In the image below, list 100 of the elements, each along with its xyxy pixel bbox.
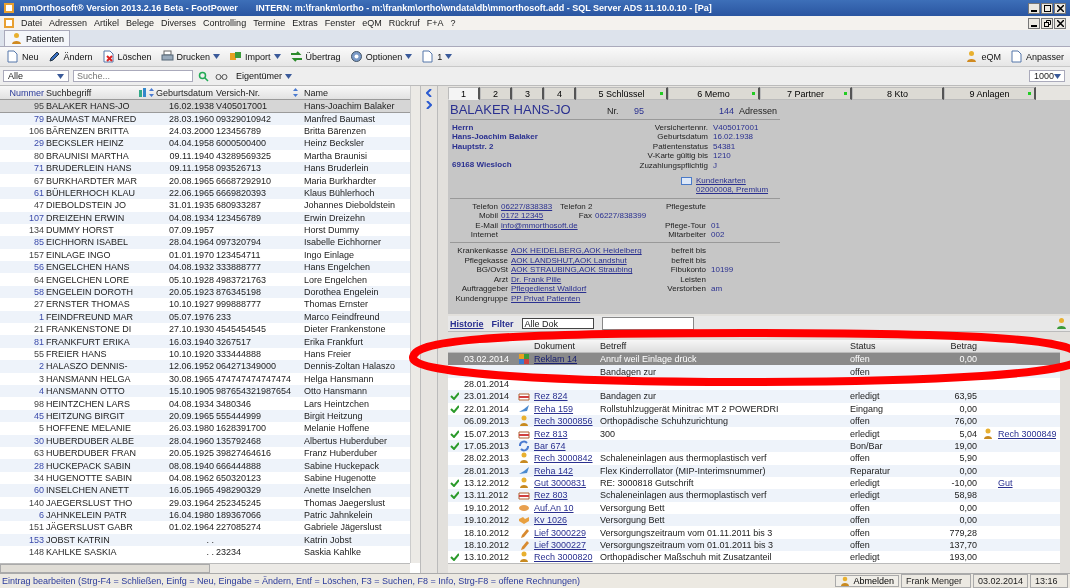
table-row[interactable]: 134 DUMMY HORST 07.09.1957 Horst Dummy bbox=[0, 223, 410, 237]
menu-item[interactable]: Fenster bbox=[324, 18, 356, 28]
menu-item[interactable]: Extras bbox=[292, 18, 318, 28]
table-row[interactable]: 140 JAEGERSLUST THO 29.03.1964 252345245 Thomas Jaegerslust bbox=[0, 496, 410, 509]
menu-item[interactable]: Artikel bbox=[94, 18, 120, 28]
limit-dropdown[interactable]: 1000 bbox=[1029, 70, 1065, 82]
menu-item[interactable]: Datei bbox=[21, 18, 42, 28]
history-tab[interactable]: Historie bbox=[450, 318, 484, 329]
table-row[interactable]: 03.02.2014 Reklam 14 Anruf weil Einlage drück offen 0,00 bbox=[448, 353, 1060, 366]
tab[interactable]: 2 bbox=[480, 87, 512, 100]
link[interactable]: 0172 12345 bbox=[501, 211, 557, 221]
table-row[interactable]: 3 HANSMANN HELGA 30.08.1965 474747474747474 Helga Hansmann bbox=[0, 372, 410, 385]
table-row[interactable]: 148 KAHLKE SASKIA . . 23234 Saskia Kahlke bbox=[0, 546, 410, 559]
tab[interactable]: 3 bbox=[512, 87, 544, 100]
table-row[interactable]: 157 EINLAGE INGO 01.01.1970 123454711 Ingo Einlage bbox=[0, 248, 410, 262]
table-row[interactable]: 4 HANSMANN OTTO 15.10.1905 987654321987654 Otto Hansmann bbox=[0, 385, 410, 398]
table-row[interactable]: 13.11.2012 Rez 803 Schaleneinlagen aus thermoplastisch verf erledigt 58,98 bbox=[448, 489, 1060, 502]
restore-button[interactable] bbox=[1041, 17, 1053, 29]
document-link[interactable]: Auf.An 10 bbox=[534, 502, 574, 513]
tab[interactable]: 5 Schlüssel bbox=[576, 87, 668, 100]
document-link[interactable]: Reha 159 bbox=[534, 403, 574, 414]
link[interactable]: 02000008, Premium bbox=[696, 185, 769, 195]
glasses-button[interactable] bbox=[214, 71, 229, 81]
toolbar-button[interactable]: Löschen bbox=[98, 49, 155, 64]
table-row[interactable]: 153 JOBST KATRIN . . Katrin Jobst bbox=[0, 533, 410, 547]
menu-item[interactable]: Rückruf bbox=[388, 18, 420, 28]
table-row[interactable]: 107 DREIZEHN ERWIN 04.08.1934 123456789 Erwin Dreizehn bbox=[0, 211, 410, 224]
table-row[interactable]: 21 FRANKENSTONE DI 27.10.1930 4545454545 Dieter Frankenstone bbox=[0, 323, 410, 336]
scrollbar[interactable] bbox=[0, 563, 410, 573]
table-row[interactable]: 80 BRAUNISI MARTHA 09.11.1940 43289569325 Martha Braunisi bbox=[0, 149, 410, 162]
table-row[interactable]: 67 BURKHARDTER MAR 20.08.1965 66687292910 Maria Burkhardter bbox=[0, 174, 410, 187]
toolbar-button[interactable]: Anpasser bbox=[1006, 49, 1067, 64]
table-row[interactable]: 34 HUGENOTTE SABIN 04.08.1962 650320123 Sabine Hugenotte bbox=[0, 471, 410, 485]
link[interactable]: AOK HEIDELBERG,AOK Heidelberg bbox=[511, 246, 649, 256]
document-link[interactable]: Lief 3000227 bbox=[534, 540, 587, 551]
column-header[interactable]: Nummer bbox=[9, 87, 44, 98]
link[interactable]: Pflegedienst Walldorf bbox=[511, 284, 649, 294]
filter-dropdown[interactable]: Alle Dok bbox=[521, 318, 594, 329]
scrollbar[interactable] bbox=[410, 86, 420, 563]
menu-item[interactable]: eQM bbox=[362, 18, 382, 28]
document-link[interactable]: Bar 674 bbox=[534, 440, 566, 451]
search-field[interactable]: Suche... bbox=[73, 70, 193, 82]
column-header[interactable]: Geburtsdatum bbox=[156, 87, 214, 98]
search-button[interactable] bbox=[197, 70, 210, 82]
scrollbar[interactable] bbox=[448, 563, 1060, 573]
table-row[interactable]: 60 INSELCHEN ANETT 16.05.1965 498290329 Anette Inselchen bbox=[0, 484, 410, 497]
maximize-button[interactable] bbox=[1041, 2, 1053, 14]
table-row[interactable]: 2 HALASZO DENNIS- 12.06.1952 064271349000 Dennis-Zoltan Halaszo bbox=[0, 360, 410, 373]
table-row[interactable]: 98 HEINTZCHEN LARS 04.08.1934 3480346 Lars Heintzchen bbox=[0, 397, 410, 410]
tab[interactable]: 9 Anlagen bbox=[944, 87, 1036, 100]
link[interactable]: Kundenkarten bbox=[696, 176, 746, 186]
table-row[interactable]: 5 HOFFENE MELANIE 26.03.1980 1628391700 Melanie Hoffene bbox=[0, 422, 410, 435]
document-link[interactable]: Rez 824 bbox=[534, 391, 568, 402]
minimize-button[interactable] bbox=[1028, 2, 1040, 14]
menu-item[interactable]: Diverses bbox=[161, 18, 197, 28]
document-link[interactable]: Rech 3000820 bbox=[534, 552, 593, 563]
collapse-button[interactable] bbox=[426, 89, 432, 97]
table-row[interactable]: 95 BALAKER HANS-JO 16.02.1938 V405017001 Hans-Joachim Balaker bbox=[0, 100, 410, 113]
tab[interactable]: 6 Memo bbox=[668, 87, 760, 100]
column-header[interactable]: Betreff bbox=[600, 341, 627, 351]
tab[interactable]: 8 Kto bbox=[852, 87, 944, 100]
toolbar-button[interactable]: eQM bbox=[962, 49, 1004, 64]
menu-item[interactable]: Adressen bbox=[49, 18, 88, 28]
menu-item[interactable]: F+A bbox=[426, 18, 444, 28]
logout-button[interactable]: Abmelden bbox=[835, 575, 899, 587]
link[interactable]: AOK STRAUBING,AOK Straubing bbox=[511, 265, 649, 275]
scope-dropdown[interactable]: Alle bbox=[3, 70, 69, 82]
table-row[interactable]: 85 EICHHORN ISABEL 28.04.1964 097320794 Isabelle Eichhorner bbox=[0, 236, 410, 249]
table-row[interactable]: 23.01.2014 Rez 824 Bandagen zur erledigt 63,95 bbox=[448, 390, 1060, 403]
table-row[interactable]: 63 HUBERDUBER FRAN 20.05.1925 39827464616 Franz Huberduber bbox=[0, 446, 410, 460]
table-row[interactable]: 29 BECKSLER HEINZ 04.04.1958 6000500400 Heinz Becksler bbox=[0, 137, 410, 150]
tab[interactable]: 1 bbox=[448, 87, 480, 100]
table-row[interactable]: 18.10.2012 Lief 3000227 Versorgungszeitraum vom 01.01.2011 bis 3 offen 137,70 bbox=[448, 538, 1060, 552]
document-link[interactable]: Rech 3000842 bbox=[534, 453, 593, 464]
menu-item[interactable]: ? bbox=[450, 18, 456, 28]
link[interactable]: PP Privat Patienten bbox=[511, 293, 649, 303]
table-row[interactable]: 71 BRUDERLEIN HANS 09.11.1958 093526713 Hans Bruderlein bbox=[0, 161, 410, 175]
close-button[interactable] bbox=[1054, 2, 1066, 14]
table-row[interactable]: 28 HUCKEPACK SABIN 08.08.1940 666444888 Sabine Huckepack bbox=[0, 459, 410, 472]
table-row[interactable]: 17.05.2013 Bar 674 Bon/Bar 19,00 bbox=[448, 439, 1060, 453]
document-link[interactable]: Reklam 14 bbox=[534, 354, 578, 365]
column-header[interactable]: Status bbox=[850, 341, 876, 351]
table-row[interactable]: 56 ENGELCHEN HANS 04.08.1932 333888777 Hans Engelchen bbox=[0, 261, 410, 274]
menu-item[interactable]: Belege bbox=[126, 18, 155, 28]
column-header[interactable]: Dokument bbox=[534, 341, 576, 351]
column-header[interactable]: Versich-Nr. bbox=[216, 87, 260, 98]
link[interactable]: info@mmorthosoft.de bbox=[501, 220, 649, 231]
document-link[interactable]: Reha 142 bbox=[534, 465, 574, 476]
document-link[interactable]: Kv 1026 bbox=[534, 515, 568, 526]
tab[interactable]: 4 bbox=[544, 87, 576, 100]
link[interactable]: 06227/838383 bbox=[501, 201, 557, 212]
table-row[interactable]: 6 JAHNKELEIN PATR 16.04.1980 189367066 Patric Jahnkelein bbox=[0, 508, 410, 522]
column-header[interactable]: Name bbox=[304, 87, 328, 98]
toolbar-button[interactable]: 1 bbox=[418, 49, 456, 64]
minimize-button[interactable] bbox=[1028, 17, 1040, 29]
toolbar-button[interactable]: Ändern bbox=[44, 49, 96, 64]
menu-item[interactable]: Termine bbox=[253, 18, 286, 28]
table-row[interactable]: 19.10.2012 Kv 1026 Versorgung Bett offen 0,00 bbox=[448, 514, 1060, 527]
table-row[interactable]: 81 FRANKFURT ERIKA 16.03.1940 3267517 Erika Frankfurt bbox=[0, 335, 410, 348]
table-row[interactable]: 58 ENGELEIN DOROTH 20.05.1923 876345198 Dorothea Engelein bbox=[0, 285, 410, 299]
